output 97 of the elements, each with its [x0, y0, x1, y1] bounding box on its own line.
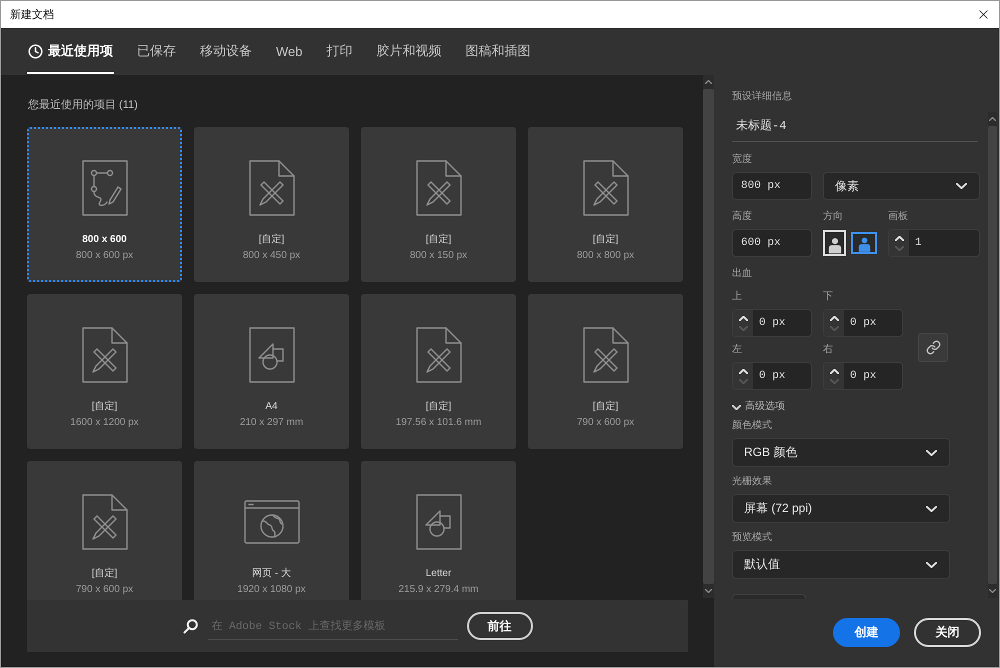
document-pen-path-icon [82, 160, 128, 216]
document-pencil-ruler-icon [82, 326, 128, 382]
field-label: 高度 [732, 211, 753, 223]
card-size: 215.9 x 279.4 mm [398, 584, 479, 596]
document-pencil-ruler-icon [248, 160, 294, 216]
preset-card[interactable]: [自定] 800 x 800 px [528, 127, 683, 282]
section-heading: 您最近使用的项目 (11) [28, 98, 138, 112]
card-size: 790 x 600 px [576, 417, 634, 429]
section-label: 出血 [732, 268, 753, 280]
card-size: 790 x 600 px [76, 584, 134, 596]
card-title: [自定] [258, 234, 284, 246]
card-title: [自定] [592, 234, 618, 246]
chevron-up-icon[interactable] [705, 80, 712, 84]
window-title: 新建文档 [10, 8, 54, 22]
preset-card[interactable]: Letter 215.9 x 279.4 mm [361, 461, 516, 600]
field-label: 左 [732, 344, 743, 356]
go-button[interactable]: 前往 [466, 612, 532, 640]
tab[interactable]: 打印 [326, 28, 354, 74]
card-size: 800 x 150 px [410, 250, 468, 262]
preset-card[interactable]: 网页 - 大 1920 x 1080 px [194, 461, 349, 600]
field-label: 光栅效果 [732, 476, 773, 488]
card-size: 1920 x 1080 px [237, 584, 306, 596]
chevron-down-icon [926, 562, 937, 568]
name-field[interactable]: 未标题-4 [732, 110, 978, 142]
dropdown[interactable]: 屏幕 (72 ppi) [732, 494, 950, 523]
stepper-field[interactable]: 0 px [732, 309, 812, 337]
chevron-down-icon [926, 506, 937, 512]
preset-card[interactable]: [自定] 197.56 x 101.6 mm [361, 294, 516, 449]
unit-dropdown[interactable]: 像素 [823, 172, 980, 200]
document-shapes-icon [248, 326, 294, 382]
field-label: 宽度 [732, 154, 753, 166]
stepper-field[interactable]: 0 px [823, 362, 903, 390]
card-title: [自定] [426, 234, 452, 246]
tab[interactable]: 移动设备 [199, 28, 253, 74]
card-size: 800 x 450 px [242, 250, 300, 262]
landscape-button[interactable] [851, 232, 877, 254]
preset-card[interactable]: 800 x 600 800 x 600 px [27, 127, 182, 282]
portrait-button[interactable] [823, 230, 846, 256]
stepper-field[interactable]: 1 [888, 229, 980, 257]
tab[interactable]: 胶片和视频 [376, 28, 442, 74]
preset-card[interactable]: [自定] 800 x 450 px [194, 127, 349, 282]
field-label: 方向 [823, 211, 844, 223]
card-size: 197.56 x 101.6 mm [396, 417, 482, 429]
document-pencil-ruler-icon [416, 326, 462, 382]
card-size: 800 x 800 px [576, 250, 634, 262]
dropdown[interactable]: 默认值 [732, 550, 950, 579]
card-size: 800 x 600 px [76, 250, 134, 262]
field-label: 上 [732, 291, 743, 303]
person-icon [828, 237, 842, 254]
chevron-down-icon[interactable] [705, 589, 712, 593]
document-pencil-ruler-icon [582, 326, 628, 382]
search-icon [182, 618, 198, 634]
person-icon [858, 237, 870, 252]
document-pencil-ruler-icon [82, 494, 128, 550]
preset-card[interactable]: [自定] 800 x 150 px [361, 127, 516, 282]
document-shapes-icon [416, 494, 462, 550]
tab[interactable]: 图稿和插图 [464, 28, 532, 74]
document-pencil-ruler-icon [416, 160, 462, 216]
width-field[interactable]: 800 px [732, 172, 812, 200]
stepper-field[interactable]: 0 px [732, 362, 812, 390]
clock-icon [28, 44, 43, 58]
field-label: 下 [823, 291, 834, 303]
field-label: 预览模式 [732, 532, 773, 544]
tab[interactable]: 已保存 [136, 28, 177, 74]
preset-card[interactable]: A4 210 x 297 mm [194, 294, 349, 449]
close-dialog-button[interactable]: 关闭 [914, 618, 981, 647]
link-button[interactable] [918, 333, 948, 362]
card-size: 1600 x 1200 px [70, 417, 139, 429]
preset-card[interactable]: [自定] 790 x 600 px [27, 461, 182, 600]
card-title: [自定] [92, 401, 118, 413]
chevron-down-icon [956, 183, 967, 189]
field-label: 画板 [888, 211, 909, 223]
document-pencil-ruler-icon [582, 160, 628, 216]
stepper-field[interactable]: 0 px [823, 309, 903, 337]
preset-card[interactable]: [自定] 1600 x 1200 px [27, 294, 182, 449]
card-title: Letter [426, 568, 452, 580]
advanced-options-toggle[interactable]: 高级选项 [732, 401, 785, 413]
chevron-up-icon[interactable] [989, 117, 996, 121]
create-button[interactable]: 创建 [833, 618, 900, 647]
card-title: [自定] [426, 401, 452, 413]
chevron-down-icon[interactable] [989, 589, 996, 593]
card-title: A4 [265, 401, 278, 413]
chevron-down-icon [926, 450, 937, 456]
height-field[interactable]: 600 px [732, 229, 812, 257]
card-title: 网页 - 大 [252, 568, 291, 580]
browser-globe-icon [244, 500, 300, 544]
card-title: [自定] [592, 401, 618, 413]
dropdown[interactable]: RGB 颜色 [732, 438, 950, 467]
card-size: 210 x 297 mm [240, 417, 304, 429]
link-icon [926, 340, 940, 355]
preset-card[interactable]: [自定] 790 x 600 px [528, 294, 683, 449]
field-label: 颜色模式 [732, 420, 773, 432]
field-label: 右 [823, 344, 834, 356]
card-title: [自定] [92, 568, 118, 580]
panel-heading: 预设详细信息 [732, 91, 793, 103]
card-title: 800 x 600 [82, 234, 127, 246]
tab[interactable]: Web [275, 28, 304, 74]
